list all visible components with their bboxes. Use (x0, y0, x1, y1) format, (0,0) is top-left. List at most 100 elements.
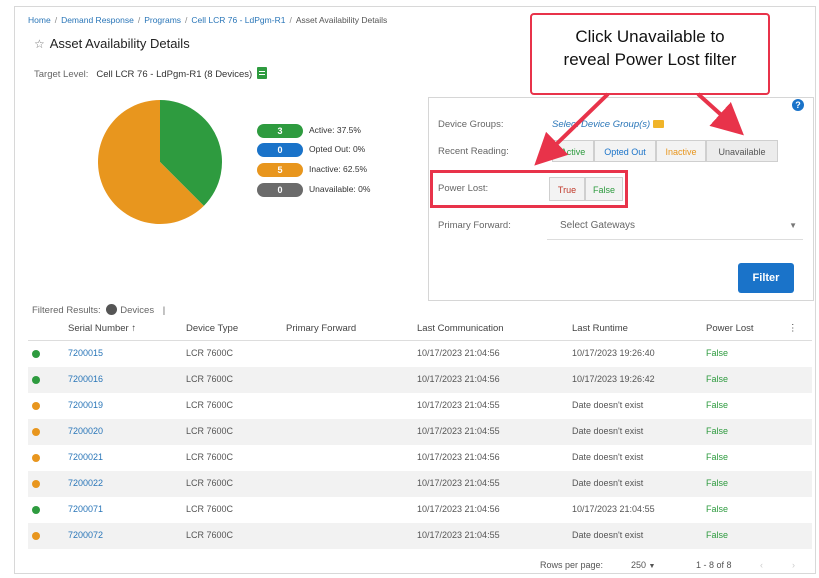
breadcrumb-home[interactable]: Home (28, 15, 51, 25)
page-title-row: ☆ Asset Availability Details (34, 36, 190, 51)
recent-reading-label: Recent Reading: (438, 146, 509, 157)
power-lost-cell: False (706, 478, 729, 488)
annotation-arrows (534, 92, 744, 166)
legend-opted-out-label: Opted Out: 0% (309, 144, 366, 154)
table-row[interactable]: 7200022 LCR 7600C 10/17/2023 21:04:55 Date … (28, 471, 812, 497)
legend-unavailable: 0 Unavailable: 0% (257, 183, 407, 197)
status-dot-icon (32, 532, 40, 540)
export-document-icon[interactable] (257, 67, 268, 79)
last-runtime-cell: 10/17/2023 19:26:42 (572, 374, 655, 384)
serial-number-link[interactable]: 7200015 (68, 348, 103, 358)
legend-active-count: 3 (257, 124, 303, 138)
device-groups-label: Device Groups: (438, 119, 504, 130)
chevron-left-icon[interactable]: ‹ (760, 560, 763, 570)
table-row[interactable]: 7200021 LCR 7600C 10/17/2023 21:04:56 Date … (28, 445, 812, 471)
table-row[interactable]: 7200019 LCR 7600C 10/17/2023 21:04:55 Date … (28, 393, 812, 419)
legend-active-label: Active: 37.5% (309, 125, 361, 135)
column-serial-number[interactable]: Serial Number ↑ (68, 323, 136, 334)
status-dot-icon (32, 376, 40, 384)
column-primary-forward[interactable]: Primary Forward (286, 323, 356, 334)
primary-forward-select[interactable]: Select Gateways ▼ (547, 212, 803, 240)
target-level-label: Target Level: (34, 69, 89, 80)
device-type-cell: LCR 7600C (186, 530, 234, 540)
devices-label: Devices (120, 305, 155, 316)
legend-unavailable-count: 0 (257, 183, 303, 197)
legend-inactive: 5 Inactive: 62.5% (257, 163, 407, 177)
legend-inactive-count: 5 (257, 163, 303, 177)
breadcrumb-current: Asset Availability Details (295, 15, 388, 25)
serial-number-link[interactable]: 7200072 (68, 530, 103, 540)
target-level: Target Level: Cell LCR 76 - LdPgm-R1 (8 D… (34, 67, 268, 80)
last-communication-cell: 10/17/2023 21:04:56 (417, 374, 500, 384)
column-last-communication[interactable]: Last Communication (417, 323, 504, 334)
last-communication-cell: 10/17/2023 21:04:55 (417, 530, 500, 540)
breadcrumb-demand-response[interactable]: Demand Response (61, 15, 134, 25)
favorite-star-icon[interactable]: ☆ (34, 37, 45, 51)
legend-active: 3 Active: 37.5% (257, 124, 407, 138)
device-type-cell: LCR 7600C (186, 426, 234, 436)
breadcrumb-programs[interactable]: Programs (144, 15, 181, 25)
serial-number-link[interactable]: 7200021 (68, 452, 103, 462)
serial-number-link[interactable]: 7200071 (68, 504, 103, 514)
target-level-value: Cell LCR 76 - LdPgm-R1 (8 Devices) (96, 69, 253, 80)
chevron-right-icon[interactable]: › (792, 560, 795, 570)
table-row[interactable]: 7200020 LCR 7600C 10/17/2023 21:04:55 Date … (28, 419, 812, 445)
legend-unavailable-label: Unavailable: 0% (309, 184, 371, 194)
breadcrumb-program[interactable]: Cell LCR 76 - LdPgm-R1 (191, 15, 285, 25)
legend-opted-out: 0 Opted Out: 0% (257, 143, 407, 157)
primary-forward-placeholder: Select Gateways (560, 220, 636, 231)
last-communication-cell: 10/17/2023 21:04:55 (417, 478, 500, 488)
primary-forward-label: Primary Forward: (438, 220, 511, 231)
breadcrumb: Home / Demand Response / Programs / Cell LCR 7… (28, 15, 388, 25)
serial-number-link[interactable]: 7200019 (68, 400, 103, 410)
table-row[interactable]: 7200072 LCR 7600C 10/17/2023 21:04:55 Date … (28, 523, 812, 549)
results-separator: | (162, 305, 166, 316)
legend-opted-out-count: 0 (257, 143, 303, 157)
column-power-lost[interactable]: Power Lost (706, 323, 754, 334)
rows-per-page-caret-icon[interactable]: ▼ (649, 563, 656, 570)
serial-number-link[interactable]: 7200016 (68, 374, 103, 384)
last-runtime-cell: Date doesn't exist (572, 452, 644, 462)
power-lost-cell: False (706, 426, 729, 436)
device-type-cell: LCR 7600C (186, 478, 234, 488)
callout-line-2: reveal Power Lost filter (563, 50, 737, 69)
filter-button[interactable]: Filter (738, 263, 794, 293)
device-count-icon (106, 304, 118, 315)
callout-line-1: Click Unavailable to (575, 27, 725, 46)
table-row[interactable]: 7200016 LCR 7600C 10/17/2023 21:04:56 10/17… (28, 367, 812, 393)
status-dot-icon (32, 506, 40, 514)
arrow-to-power-lost (534, 92, 610, 166)
serial-number-link[interactable]: 7200022 (68, 478, 103, 488)
last-runtime-cell: Date doesn't exist (572, 426, 644, 436)
pagination-range: 1 - 8 of 8 (696, 560, 732, 570)
help-icon[interactable]: ? (792, 99, 804, 111)
device-type-cell: LCR 7600C (186, 400, 234, 410)
table-row[interactable]: 7200015 LCR 7600C 10/17/2023 21:04:56 10/17… (28, 341, 812, 367)
last-communication-cell: 10/17/2023 21:04:56 (417, 348, 500, 358)
device-type-cell: LCR 7600C (186, 504, 234, 514)
table-row[interactable]: 7200071 LCR 7600C 10/17/2023 21:04:56 10/17… (28, 497, 812, 523)
power-lost-cell: False (706, 452, 729, 462)
rows-per-page-select[interactable]: 250 ▼ (631, 560, 655, 570)
last-communication-cell: 10/17/2023 21:04:55 (417, 426, 500, 436)
device-type-cell: LCR 7600C (186, 452, 234, 462)
column-last-runtime[interactable]: Last Runtime (572, 323, 628, 334)
column-device-type[interactable]: Device Type (186, 323, 238, 334)
device-type-cell: LCR 7600C (186, 348, 234, 358)
status-dot-icon (32, 350, 40, 358)
power-lost-cell: False (706, 348, 729, 358)
status-dot-icon (32, 428, 40, 436)
filtered-results: Filtered Results: Devices | (32, 304, 165, 316)
status-dot-icon (32, 454, 40, 462)
serial-number-link[interactable]: 7200020 (68, 426, 103, 436)
rows-per-page-label: Rows per page: (540, 560, 604, 570)
power-lost-cell: False (706, 504, 729, 514)
last-runtime-cell: 10/17/2023 19:26:40 (572, 348, 655, 358)
last-communication-cell: 10/17/2023 21:04:55 (417, 400, 500, 410)
column-menu-icon[interactable]: ⋮ (788, 323, 798, 334)
last-runtime-cell: Date doesn't exist (572, 478, 644, 488)
chevron-down-icon: ▼ (789, 221, 797, 230)
page-title: Asset Availability Details (49, 36, 190, 51)
last-communication-cell: 10/17/2023 21:04:56 (417, 504, 500, 514)
rows-per-page-value[interactable]: 250 (631, 560, 646, 570)
